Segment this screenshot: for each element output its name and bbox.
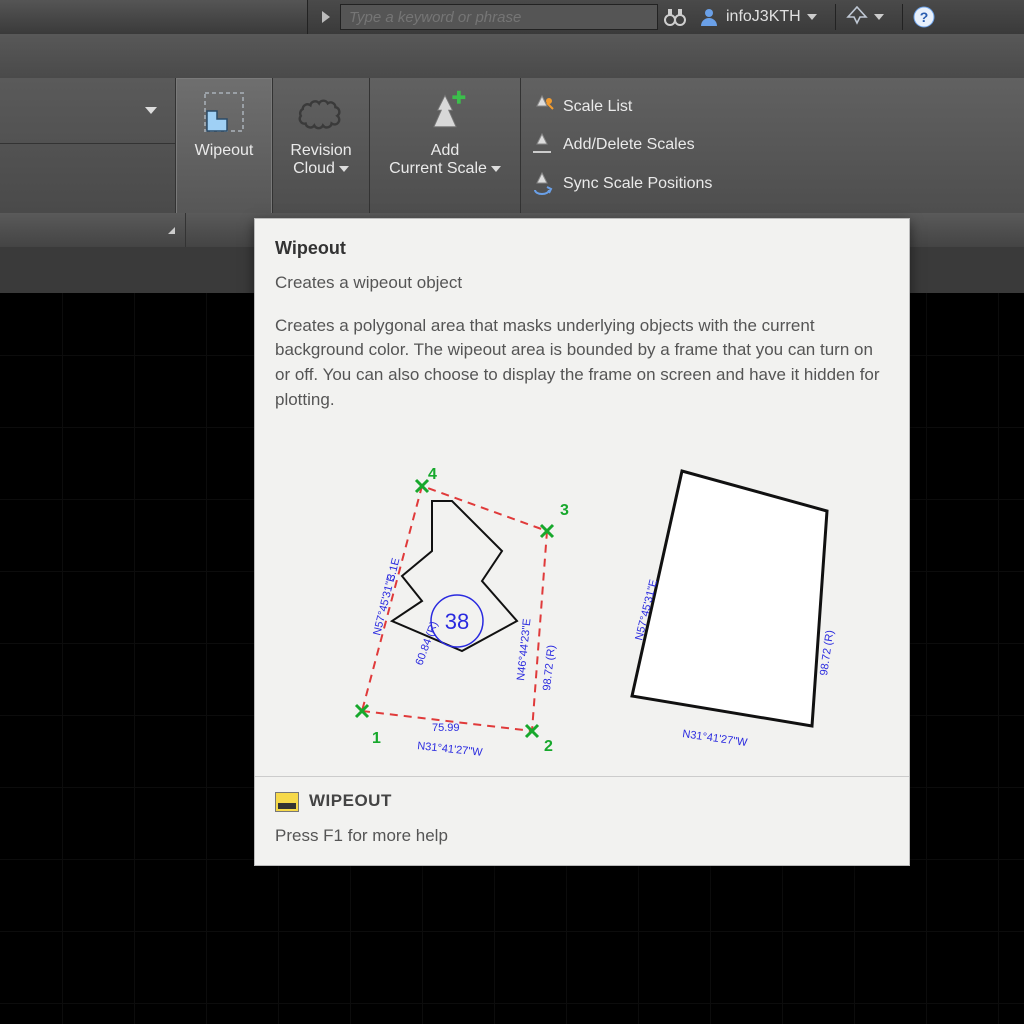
svg-text:4: 4 [428, 466, 437, 483]
svg-text:N46°44'23"E: N46°44'23"E [515, 618, 533, 681]
svg-text:?: ? [919, 9, 928, 25]
tooltip-help-hint: Press F1 for more help [255, 820, 909, 865]
panel-launcher[interactable] [0, 213, 186, 247]
search-input[interactable] [340, 4, 658, 30]
add-current-scale-label-1: Add [431, 142, 459, 160]
tooltip-command-name: WIPEOUT [309, 789, 392, 814]
revision-cloud-button[interactable]: Revision Cloud [273, 78, 370, 223]
svg-text:98.72 (R): 98.72 (R) [818, 630, 836, 677]
separator [835, 4, 836, 30]
add-current-scale-button[interactable]: Add Current Scale [370, 78, 521, 223]
svg-text:3.1E: 3.1E [385, 557, 402, 582]
svg-text:1: 1 [372, 730, 381, 747]
dialog-launcher-icon [168, 227, 175, 234]
scale-list-label: Scale List [563, 98, 632, 116]
expand-search-icon[interactable] [322, 11, 330, 23]
add-delete-scales-label: Add/Delete Scales [563, 136, 695, 154]
add-current-scale-label-2: Current Scale [389, 160, 487, 177]
user-icon[interactable] [692, 0, 726, 34]
scale-list-icon [529, 94, 555, 120]
svg-text:N31°41'27"W: N31°41'27"W [417, 740, 484, 759]
title-bar: infoJ3KTH ? [0, 0, 1024, 35]
sync-scale-positions-label: Sync Scale Positions [563, 175, 712, 193]
user-dropdown-icon[interactable] [807, 14, 817, 20]
scale-list-button[interactable]: Scale List [529, 89, 712, 125]
help-icon[interactable]: ? [907, 0, 941, 34]
tooltip-body: Creates a polygonal area that masks unde… [275, 314, 889, 413]
tooltip-command-row: WIPEOUT [255, 777, 909, 820]
scale-commands-group: Scale List Add/Delete Scales Sync Scale … [521, 78, 712, 213]
svg-text:N57°45'31"E: N57°45'31"E [371, 574, 398, 637]
username-label[interactable]: infoJ3KTH [726, 8, 801, 26]
svg-text:N31°41'27"W: N31°41'27"W [682, 728, 749, 749]
sync-scale-icon [529, 171, 555, 197]
revision-cloud-icon [297, 88, 345, 136]
revision-cloud-label-1: Revision [290, 142, 351, 160]
add-scale-icon [421, 88, 469, 136]
ribbon: Wipeout Revision Cloud Add Current Scale [0, 78, 1024, 214]
sync-scale-positions-button[interactable]: Sync Scale Positions [529, 166, 712, 202]
title-bar-left [0, 0, 308, 34]
svg-text:60.84 (R): 60.84 (R) [414, 620, 441, 667]
add-delete-scales-button[interactable]: Add/Delete Scales [529, 127, 712, 163]
chevron-down-icon [339, 166, 349, 172]
wipeout-button[interactable]: Wipeout [176, 78, 273, 223]
command-icon [275, 792, 299, 812]
exchange-dropdown-icon[interactable] [874, 14, 884, 20]
svg-text:98.72 (R): 98.72 (R) [541, 645, 558, 692]
svg-text:75.99: 75.99 [432, 722, 460, 734]
wipeout-label: Wipeout [195, 142, 254, 160]
svg-text:2: 2 [544, 738, 553, 755]
exchange-icon[interactable] [840, 0, 874, 34]
chevron-down-icon [145, 107, 157, 114]
tooltip-diagram: 1 2 3 4 38 N57°45'31"E 3.1E 60.84 (R) N4… [255, 436, 909, 776]
ribbon-tab-strip [0, 34, 1024, 79]
add-delete-scales-icon [529, 132, 555, 158]
tooltip-card: Wipeout Creates a wipeout object Creates… [254, 218, 910, 866]
svg-text:3: 3 [560, 502, 569, 519]
wipeout-icon [200, 88, 248, 136]
tooltip-subtitle: Creates a wipeout object [275, 271, 889, 296]
chevron-down-icon [491, 166, 501, 172]
ribbon-panel-dropdown[interactable] [0, 78, 175, 144]
binoculars-icon[interactable] [658, 0, 692, 34]
ribbon-panel-collapsed [0, 78, 176, 213]
revision-cloud-label-2: Cloud [293, 160, 335, 177]
separator [902, 4, 903, 30]
tooltip-title: Wipeout [275, 235, 889, 261]
svg-text:38: 38 [445, 609, 469, 634]
